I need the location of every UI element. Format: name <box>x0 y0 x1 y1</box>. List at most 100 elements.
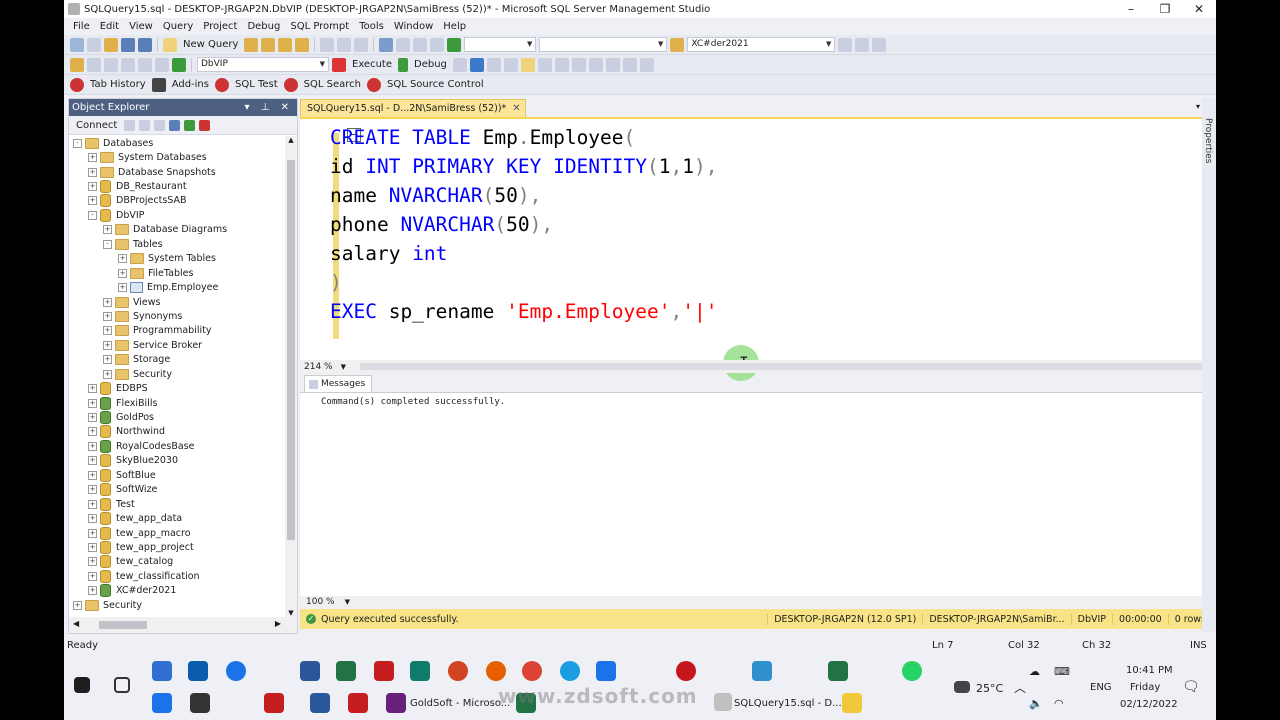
connect-object-icon[interactable] <box>124 119 136 131</box>
task-view-icon[interactable] <box>114 677 130 693</box>
tree-node[interactable]: + Synonyms <box>69 309 285 323</box>
tree-node[interactable]: + tew_app_macro <box>69 526 285 540</box>
disconnect-all-icon[interactable] <box>121 57 135 72</box>
query-tab[interactable]: SQLQuery15.sql - D...2N\SamiBress (52))*… <box>300 99 526 117</box>
start-menu-icon[interactable] <box>74 677 90 693</box>
back-icon[interactable] <box>70 37 84 52</box>
expand-node-icon[interactable]: + <box>88 153 97 163</box>
tree-node[interactable]: + System Databases <box>69 150 285 164</box>
tree-node[interactable]: - Databases <box>69 136 285 150</box>
tree-node[interactable]: + Emp.Employee <box>69 280 285 294</box>
tree-node[interactable]: + FlexiBills <box>69 396 285 410</box>
sql-test-button[interactable]: SQL Test <box>235 79 278 90</box>
mail-icon[interactable] <box>152 661 172 681</box>
find-in-files-icon[interactable] <box>670 37 685 52</box>
start-icon[interactable] <box>447 37 462 52</box>
connect-button[interactable]: Connect <box>76 120 117 131</box>
clock-date[interactable]: 02/12/2022 <box>1120 699 1178 710</box>
execute-icon[interactable] <box>332 57 346 72</box>
redo-icon[interactable] <box>396 37 411 52</box>
tree-node[interactable]: - DbVIP <box>69 208 285 222</box>
excel-icon[interactable] <box>336 661 356 681</box>
analysis-query-icon[interactable] <box>261 37 276 52</box>
sql-search-icon[interactable] <box>283 77 298 92</box>
expand-node-icon[interactable]: + <box>103 340 112 350</box>
menu-project[interactable]: Project <box>198 21 242 32</box>
opera-icon[interactable] <box>676 661 696 681</box>
comment-icon[interactable] <box>571 57 586 72</box>
zoom-dropdown-icon[interactable]: ▼ <box>341 363 346 371</box>
sql-prompt-icon[interactable] <box>172 57 186 72</box>
expand-node-icon[interactable]: + <box>73 600 82 610</box>
temperature[interactable]: 25°C <box>976 682 1003 695</box>
whatsapp-icon[interactable] <box>902 661 922 681</box>
messages-zoom-level[interactable]: 100 % <box>306 597 335 607</box>
sql-source-control-button[interactable]: SQL Source Control <box>387 79 484 90</box>
mdx-query-icon[interactable] <box>278 37 293 52</box>
outlook-icon[interactable] <box>188 661 208 681</box>
menu-view[interactable]: View <box>124 21 158 32</box>
tree-node[interactable]: - Tables <box>69 237 285 251</box>
excel-2-icon[interactable] <box>828 661 848 681</box>
expand-node-icon[interactable]: + <box>88 470 97 480</box>
add-ins-button[interactable]: Add-ins <box>172 79 209 90</box>
menu-tools[interactable]: Tools <box>354 21 389 32</box>
debug-button[interactable]: Debug <box>414 59 447 70</box>
visual-studio-icon[interactable] <box>386 693 406 713</box>
keyboard-icon[interactable]: ⌨ <box>1054 665 1070 678</box>
taskbar-goldsoft[interactable]: GoldSoft - Microso... <box>410 698 510 709</box>
chevron-up-icon[interactable]: ︿ <box>1014 679 1026 696</box>
sql-source-control-icon[interactable] <box>366 77 381 92</box>
disconnect-object-icon[interactable] <box>139 119 151 131</box>
tree-node[interactable]: + DBProjectsSAB <box>69 194 285 208</box>
properties-icon[interactable] <box>855 37 870 52</box>
tree-node[interactable]: + SkyBlue2030 <box>69 454 285 468</box>
expand-node-icon[interactable]: + <box>88 413 97 423</box>
acrobat-icon[interactable] <box>264 693 284 713</box>
clock-time[interactable]: 10:41 PM <box>1126 665 1173 676</box>
specify-values-icon[interactable] <box>639 57 654 72</box>
decrease-indent-icon[interactable] <box>605 57 620 72</box>
powerpoint-icon[interactable] <box>448 661 468 681</box>
expand-node-icon[interactable]: + <box>88 182 97 192</box>
expand-node-icon[interactable]: + <box>88 557 97 567</box>
tab-history-button[interactable]: Tab History <box>90 79 146 90</box>
menu-sql-prompt[interactable]: SQL Prompt <box>285 21 354 32</box>
pin-icon[interactable]: ▾ ⊥ ✕ <box>245 102 293 113</box>
debug-icon[interactable] <box>398 57 408 72</box>
database-engine-query-icon[interactable] <box>244 37 259 52</box>
language-indicator[interactable]: ENG <box>1090 682 1112 693</box>
platform-combo[interactable]: ▼ <box>539 37 668 52</box>
solution-explorer-icon[interactable] <box>838 37 853 52</box>
uncomment-icon[interactable] <box>588 57 603 72</box>
tree-node[interactable]: + tew_app_project <box>69 540 285 554</box>
collapse-node-icon[interactable]: - <box>88 210 97 220</box>
estimated-plan-icon[interactable] <box>486 57 501 72</box>
cancel-query-icon[interactable] <box>452 57 467 72</box>
new-query-icon[interactable] <box>163 37 177 52</box>
close-tab-icon[interactable]: ✕ <box>512 103 520 114</box>
query-designer-icon[interactable] <box>503 57 518 72</box>
tree-node[interactable]: + EDBPS <box>69 381 285 396</box>
weather-icon[interactable] <box>954 681 970 693</box>
sql-editor[interactable]: − CREATE TABLE Emp.Employee(id INT PRIMA… <box>300 117 1216 381</box>
open-file-icon[interactable] <box>104 37 118 52</box>
expand-node-icon[interactable]: + <box>103 369 112 379</box>
minimize-button[interactable]: – <box>1114 2 1148 16</box>
publisher-icon[interactable] <box>410 661 430 681</box>
tree-node[interactable]: + GoldPos <box>69 410 285 425</box>
firefox-icon[interactable] <box>486 661 506 681</box>
tree-node[interactable]: + System Tables <box>69 252 285 266</box>
expand-node-icon[interactable]: + <box>88 571 97 581</box>
expand-node-icon[interactable]: + <box>118 268 127 278</box>
expand-node-icon[interactable]: + <box>88 196 97 206</box>
query-options-icon[interactable] <box>138 57 152 72</box>
new-query-button[interactable]: New Query <box>183 39 238 50</box>
onedrive-icon[interactable] <box>152 693 172 713</box>
results-to-file-icon[interactable] <box>554 57 569 72</box>
paste-icon[interactable] <box>354 37 369 52</box>
expand-node-icon[interactable]: + <box>88 586 97 596</box>
save-icon[interactable] <box>121 37 135 52</box>
tree-node[interactable]: + SoftWize <box>69 483 285 497</box>
close-window-button[interactable]: ✕ <box>1182 2 1216 16</box>
